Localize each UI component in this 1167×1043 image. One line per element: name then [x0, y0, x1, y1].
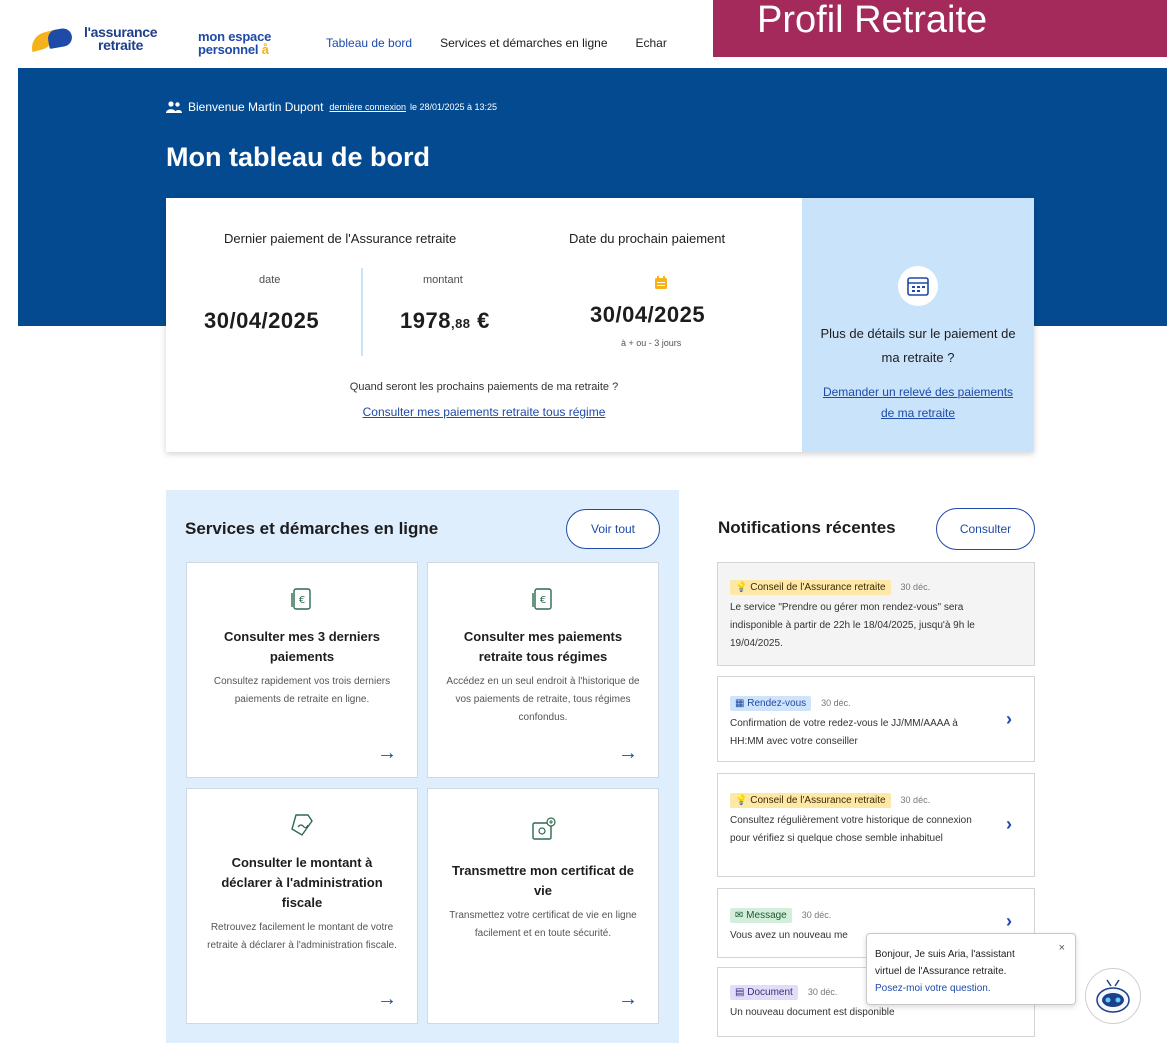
- tag-conseil: 💡 Conseil de l'Assurance retraite: [730, 580, 891, 595]
- main-nav: Tableau de bord Services et démarches en…: [312, 36, 681, 71]
- logo-mark-icon: [28, 27, 76, 53]
- chevron-right-icon: ›: [1006, 911, 1012, 931]
- tag-conseil: 💡 Conseil de l'Assurance retraite: [730, 793, 891, 808]
- notification-item[interactable]: ▦ Rendez-vous 30 déc. Confirmation de vot…: [717, 676, 1035, 762]
- nav-echanges[interactable]: Echar: [622, 36, 681, 71]
- chevron-right-icon: ›: [1006, 709, 1012, 729]
- service-card-tax-amount[interactable]: Consulter le montant à déclarer à l'admi…: [186, 788, 418, 1024]
- last-payment-date: 30/04/2025: [204, 308, 320, 333]
- payment-details-title: Plus de détails sur le paiement de ma re…: [820, 326, 1016, 365]
- amount-label: montant: [423, 274, 463, 286]
- consult-notifications-button[interactable]: Consulter: [936, 508, 1035, 550]
- payment-main: Dernier paiement de l'Assurance retraite…: [166, 198, 802, 452]
- logo-text: l'assurance retraite: [84, 24, 158, 53]
- service-card-life-certificate[interactable]: Transmettre mon certificat de vie Transm…: [427, 788, 659, 1024]
- users-icon: [166, 101, 182, 113]
- nav-tableau-de-bord[interactable]: Tableau de bord: [312, 36, 427, 71]
- services-panel: Services et démarches en ligne Voir tout…: [166, 490, 679, 1043]
- calendar-outline-icon: [898, 266, 938, 306]
- payment-divider: [361, 268, 363, 356]
- last-connection-date: le 28/01/2025 à 13:25: [409, 102, 498, 112]
- chatbot-bubble[interactable]: Bonjour, Je suis Aria, l'assistant virtu…: [866, 933, 1076, 1005]
- payment-details-panel: Plus de détails sur le paiement de ma re…: [802, 198, 1034, 452]
- notification-item[interactable]: 💡 Conseil de l'Assurance retraite 30 déc.…: [717, 773, 1035, 877]
- date-label: date: [259, 274, 281, 286]
- signature-document-icon: [291, 814, 313, 836]
- service-card-all-regimes[interactable]: € Consulter mes paiements retraite tous …: [427, 562, 659, 778]
- calendar-icon: [655, 276, 667, 289]
- next-payment-date: 30/04/2025: [590, 302, 706, 327]
- profile-banner: Profil Retraite: [713, 0, 1167, 57]
- notifications-title: Notifications récentes: [718, 518, 896, 537]
- notification-item[interactable]: 💡 Conseil de l'Assurance retraite 30 déc.…: [717, 562, 1035, 666]
- request-statement-link[interactable]: Demander un relevé des paiements de ma r…: [822, 382, 1014, 424]
- next-payment-heading: Date du prochain paiement: [569, 231, 726, 246]
- tag-message: ✉ Message: [730, 908, 792, 923]
- page-title: Mon tableau de bord: [166, 142, 431, 172]
- arrow-right-icon: →: [618, 988, 638, 1010]
- close-icon[interactable]: ×: [1059, 940, 1065, 957]
- last-payment-heading: Dernier paiement de l'Assurance retraite: [224, 231, 457, 246]
- services-title: Services et démarches en ligne: [185, 519, 439, 538]
- tag-document: ▤ Document: [730, 985, 798, 1000]
- payment-question: Quand seront les prochains paiements de …: [349, 381, 619, 393]
- welcome-text: Bienvenue Martin Dupont: [188, 100, 324, 114]
- svg-text:€: €: [299, 595, 305, 606]
- payment-card: Dernier paiement de l'Assurance retraite…: [166, 198, 1034, 452]
- euro-document-icon: €: [532, 588, 552, 610]
- service-card-last-payments[interactable]: € Consulter mes 3 derniers paiements Con…: [186, 562, 418, 778]
- site-header: l'assurance retraite mon espace personne…: [0, 0, 1167, 71]
- espace-personnel-label: mon espace personnel å: [198, 29, 272, 57]
- see-all-button[interactable]: Voir tout: [566, 509, 660, 549]
- chatbot-avatar-icon[interactable]: [1085, 968, 1141, 1024]
- logo[interactable]: l'assurance retraite: [28, 24, 158, 53]
- last-payment-amount: 1978,88 €: [400, 308, 490, 333]
- last-connection-link[interactable]: dernière connexion: [329, 102, 406, 112]
- consult-all-payments-link[interactable]: Consulter mes paiements retraite tous ré…: [166, 405, 802, 419]
- arrow-right-icon: →: [618, 742, 638, 764]
- nav-services[interactable]: Services et démarches en ligne: [426, 36, 621, 71]
- padlock-icon: å: [261, 42, 269, 57]
- svg-text:€: €: [540, 595, 546, 606]
- next-payment-tolerance: à + ou - 3 jours: [621, 338, 682, 348]
- tag-rendez-vous: ▦ Rendez-vous: [730, 696, 812, 711]
- arrow-right-icon: →: [377, 742, 397, 764]
- arrow-right-icon: →: [377, 988, 397, 1010]
- welcome-line: Bienvenue Martin Dupont dernière connexi…: [166, 100, 497, 114]
- chevron-right-icon: ›: [1006, 814, 1012, 834]
- euro-document-icon: €: [291, 588, 311, 610]
- certificate-icon: [532, 817, 556, 840]
- ask-question-link[interactable]: Posez-moi votre question.: [875, 980, 1065, 997]
